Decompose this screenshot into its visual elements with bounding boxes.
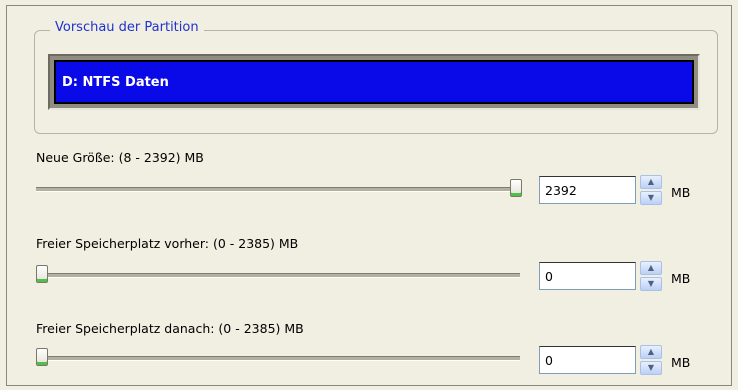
chevron-down-icon[interactable]: ▼ <box>640 361 662 375</box>
chevron-up-icon[interactable]: ▲ <box>640 345 662 359</box>
free-after-unit: MB <box>671 355 691 370</box>
free-before-slider-track[interactable] <box>36 273 520 278</box>
free-after-slider-thumb[interactable] <box>36 348 48 366</box>
free-after-spinner[interactable]: ▲ ▼ <box>640 345 662 375</box>
free-before-label: Freier Speicherplatz vorher: (0 - 2385) … <box>36 236 299 251</box>
free-before-input[interactable]: 0 <box>539 262 636 290</box>
new-size-unit: MB <box>671 185 691 200</box>
chevron-up-icon[interactable]: ▲ <box>640 261 662 275</box>
new-size-slider-track[interactable] <box>36 187 520 192</box>
free-before-spinner[interactable]: ▲ ▼ <box>640 261 662 291</box>
chevron-down-icon[interactable]: ▼ <box>640 277 662 291</box>
free-after-label: Freier Speicherplatz danach: (0 - 2385) … <box>36 321 304 336</box>
new-size-slider-thumb[interactable] <box>510 179 522 197</box>
free-after-slider-track[interactable] <box>36 356 520 361</box>
free-after-input[interactable]: 0 <box>539 346 636 374</box>
chevron-up-icon[interactable]: ▲ <box>640 175 662 189</box>
free-before-unit: MB <box>671 271 691 286</box>
partition-preview-frame: D: NTFS Daten <box>48 54 700 110</box>
partition-preview-legend: Vorschau der Partition <box>50 20 204 35</box>
new-size-spinner[interactable]: ▲ ▼ <box>640 175 662 205</box>
free-before-slider-thumb[interactable] <box>36 265 48 283</box>
partition-bar-label: D: NTFS Daten <box>62 74 169 90</box>
chevron-down-icon[interactable]: ▼ <box>640 191 662 205</box>
new-size-input[interactable]: 2392 <box>539 176 636 204</box>
new-size-label: Neue Größe: (8 - 2392) MB <box>36 150 204 165</box>
partition-bar[interactable]: D: NTFS Daten <box>54 60 694 104</box>
